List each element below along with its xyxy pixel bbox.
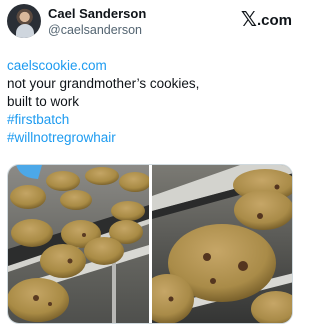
conveyor-cookies-left-image	[8, 165, 149, 323]
website-link[interactable]: caelscookie.com	[7, 57, 293, 75]
post-header: Cael Sanderson @caelsanderson 𝕏 .com	[6, 3, 292, 39]
brand-domain-label: .com	[256, 11, 292, 29]
post-card: Cael Sanderson @caelsanderson 𝕏 .com cae…	[0, 0, 300, 333]
conveyor-cookies-right-image	[152, 165, 292, 323]
post-text-line-1: not your grandmother’s cookies,	[7, 76, 200, 91]
x-com-logo[interactable]: 𝕏 .com	[241, 10, 292, 30]
profile-avatar[interactable]	[7, 4, 41, 38]
author-names: Cael Sanderson @caelsanderson	[48, 6, 146, 38]
hashtag-firstbatch[interactable]: #firstbatch	[7, 111, 293, 129]
cookies-on-conveyor-left-photo[interactable]	[8, 165, 149, 323]
post-text-line-2: built to work	[7, 94, 80, 109]
author-handle[interactable]: @caelsanderson	[48, 22, 146, 38]
author-display-name[interactable]: Cael Sanderson	[48, 6, 146, 22]
hashtag-willnotregrowhair[interactable]: #willnotregrowhair	[7, 129, 293, 147]
x-logo-icon: 𝕏	[240, 9, 257, 31]
cookies-on-conveyor-right-photo[interactable]	[152, 165, 292, 323]
post-media[interactable]	[7, 164, 293, 324]
post-body: caelscookie.com not your grandmother’s c…	[7, 57, 293, 147]
